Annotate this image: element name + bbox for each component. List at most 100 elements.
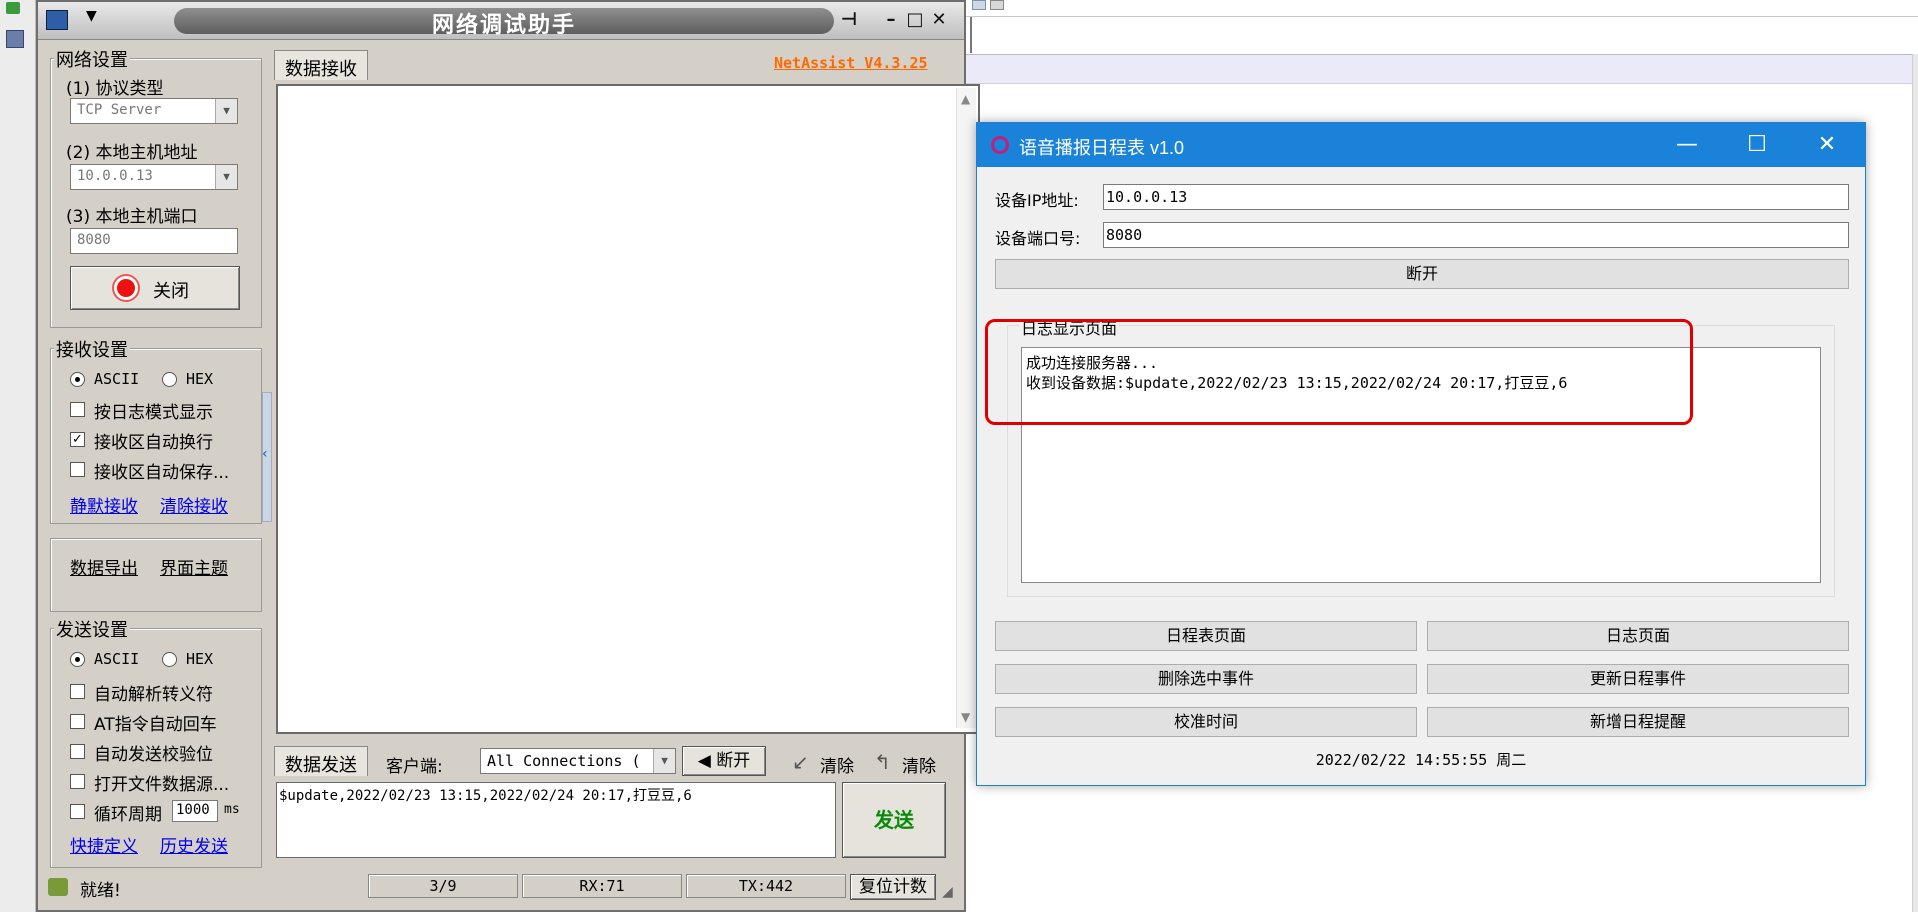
theme-link[interactable]: 界面主题 — [160, 554, 228, 579]
receive-area[interactable] — [276, 84, 980, 734]
send-ascii-radio[interactable] — [70, 652, 85, 667]
arrow-left-icon: ◀ — [697, 751, 711, 771]
auto-checksum-label: 自动发送校验位 — [94, 745, 213, 765]
protocol-label: (1) 协议类型 — [66, 79, 164, 99]
host-label: (2) 本地主机地址 — [66, 143, 198, 163]
loop-checkbox[interactable] — [70, 804, 85, 819]
at-cr-checkbox[interactable] — [70, 714, 85, 729]
send-ascii-label: ASCII — [94, 650, 140, 668]
disconnect-client-button[interactable]: ◀ 断开 — [682, 746, 766, 776]
log-mode-checkbox[interactable] — [70, 402, 85, 417]
status-count: 3/9 — [368, 874, 518, 898]
loop-unit-label: ms — [224, 802, 240, 817]
background-toolbar-icon[interactable] — [972, 0, 986, 10]
status-rx: RX:71 — [522, 874, 682, 898]
background-scrollbar[interactable] — [1912, 54, 1918, 912]
send-hex-radio[interactable] — [162, 652, 177, 667]
loop-period-input[interactable]: 1000 — [172, 800, 218, 822]
scroll-down-icon[interactable]: ▼ — [961, 710, 970, 724]
client-label: 客户端: — [386, 757, 443, 777]
recv-ascii-radio[interactable] — [70, 372, 85, 387]
maximize-button[interactable]: ☐ — [1737, 129, 1777, 161]
close-button[interactable]: ✕ — [1807, 129, 1847, 161]
schedule-window: 语音播报日程表 v1.0 — ☐ ✕ 设备IP地址: 10.0.0.13 设备端… — [976, 122, 1866, 786]
auto-save-checkbox[interactable] — [70, 462, 85, 477]
send-input[interactable]: $update,2022/02/23 13:15,2022/02/24 20:1… — [276, 782, 836, 858]
network-icon[interactable] — [46, 10, 68, 30]
chevron-down-icon[interactable]: ▼ — [215, 99, 237, 123]
auto-wrap-checkbox[interactable]: ✓ — [70, 432, 85, 447]
chevron-down-icon[interactable]: ▼ — [653, 749, 675, 773]
disconnect-button[interactable]: 断开 — [995, 259, 1849, 289]
net-settings-label: 网络设置 — [54, 46, 130, 72]
host-select[interactable]: 10.0.0.13 ▼ — [70, 164, 238, 190]
send-button[interactable]: 发送 — [842, 782, 946, 858]
send-settings-label: 发送设置 — [54, 616, 130, 642]
tab-data-send[interactable]: 数据发送 — [274, 746, 368, 776]
window-title: 网络调试助手 — [431, 13, 576, 38]
clear-send-label[interactable]: 清除 — [820, 752, 854, 777]
status-ready: 就绪! — [80, 881, 121, 901]
app-logo-icon — [991, 136, 1009, 154]
update-event-button[interactable]: 更新日程事件 — [1427, 664, 1849, 694]
minimize-button[interactable]: — — [1667, 129, 1707, 161]
port-input[interactable]: 8080 — [70, 228, 238, 254]
tab-data-receive[interactable]: 数据接收 — [274, 50, 368, 80]
close-button[interactable]: ✕ — [928, 9, 950, 31]
open-file-label: 打开文件数据源... — [94, 775, 230, 795]
status-tx: TX:442 — [686, 874, 846, 898]
desktop-left-strip — [0, 0, 36, 912]
open-file-checkbox[interactable] — [70, 774, 85, 789]
ip-input[interactable]: 10.0.0.13 — [1103, 184, 1849, 210]
clear-receive-link[interactable]: 清除接收 — [160, 492, 228, 517]
send-hex-label: HEX — [186, 650, 214, 668]
add-reminder-button[interactable]: 新增日程提醒 — [1427, 707, 1849, 737]
title-bar[interactable]: ▼ 网络调试助手 ⊣ – □ ✕ — [38, 2, 964, 40]
sync-time-button[interactable]: 校准时间 — [995, 707, 1417, 737]
version-link[interactable]: NetAssist V4.3.25 — [774, 54, 928, 72]
red-indicator-icon — [117, 279, 135, 297]
resize-grip[interactable]: ◢ — [942, 884, 953, 900]
maximize-button[interactable]: □ — [904, 9, 926, 31]
clear-count-label[interactable]: 清除 — [902, 752, 936, 777]
background-toolbar-icon[interactable] — [990, 0, 1004, 10]
reset-count-button[interactable]: 复位计数 — [850, 874, 936, 900]
recv-hex-label: HEX — [186, 370, 214, 388]
log-page-button[interactable]: 日志页面 — [1427, 621, 1849, 651]
auto-wrap-label: 接收区自动换行 — [94, 433, 213, 453]
delete-event-button[interactable]: 删除选中事件 — [995, 664, 1417, 694]
scroll-up-icon[interactable]: ▲ — [961, 92, 970, 106]
chevron-left-icon[interactable]: ‹ — [262, 446, 268, 462]
parse-escape-label: 自动解析转义符 — [94, 685, 213, 705]
shortcut-link[interactable]: 快捷定义 — [70, 832, 138, 857]
save-icon[interactable] — [6, 30, 24, 48]
recv-settings-label: 接收设置 — [54, 336, 130, 362]
chevron-down-icon[interactable]: ▼ — [215, 165, 237, 189]
protocol-select[interactable]: TCP Server ▼ — [70, 98, 238, 124]
app-icon[interactable] — [6, 2, 20, 14]
history-link[interactable]: 历史发送 — [160, 832, 228, 857]
highlight-annotation — [985, 319, 1693, 425]
client-select[interactable]: All Connections (▼ — [480, 748, 676, 774]
receive-scrollbar[interactable]: ▲ ▼ — [956, 88, 976, 728]
parse-escape-checkbox[interactable] — [70, 684, 85, 699]
export-data-link[interactable]: 数据导出 — [70, 554, 138, 579]
recv-hex-radio[interactable] — [162, 372, 177, 387]
port-label: (3) 本地主机端口 — [66, 207, 198, 227]
auto-checksum-checkbox[interactable] — [70, 744, 85, 759]
recv-ascii-label: ASCII — [94, 370, 140, 388]
schedule-page-button[interactable]: 日程表页面 — [995, 621, 1417, 651]
netassist-window: ▼ 网络调试助手 ⊣ – □ ✕ 网络设置 (1) 协议类型 TCP Serve… — [36, 0, 992, 912]
ip-label: 设备IP地址: — [995, 191, 1079, 210]
window-title: 语音播报日程表 v1.0 — [1019, 138, 1185, 158]
pin-icon[interactable]: ⊣ — [838, 9, 860, 31]
menu-dropdown-icon[interactable]: ▼ — [86, 8, 97, 24]
log-mode-label: 按日志模式显示 — [94, 403, 213, 423]
port-input[interactable]: 8080 — [1103, 222, 1849, 248]
clear-send-icon[interactable]: ↙ — [792, 750, 809, 774]
clear-count-icon[interactable]: ↰ — [874, 750, 891, 774]
close-connection-button[interactable]: 关闭 — [70, 266, 240, 310]
minimize-button[interactable]: – — [880, 9, 902, 31]
mute-receive-link[interactable]: 静默接收 — [70, 492, 138, 517]
title-bar[interactable]: 语音播报日程表 v1.0 — ☐ ✕ — [977, 123, 1865, 167]
